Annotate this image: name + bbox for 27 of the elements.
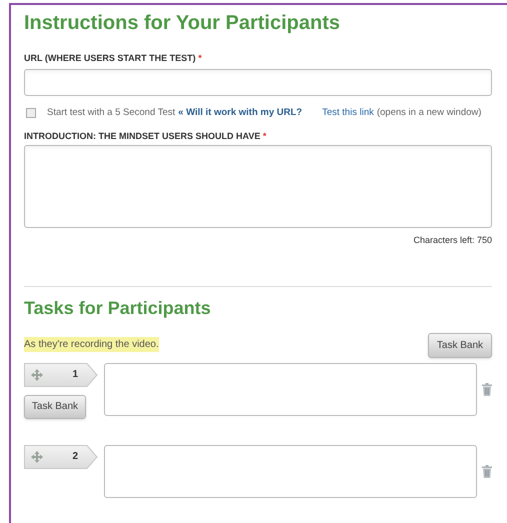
checkbox-label: Start test with a 5 Second Test: [47, 106, 176, 120]
task-field[interactable]: [104, 444, 477, 498]
test-link[interactable]: Test this link: [322, 106, 374, 120]
character-counter: Characters left: 750: [413, 234, 492, 248]
task-number: 1: [72, 368, 78, 382]
introduction-field[interactable]: [24, 145, 492, 228]
section-heading: Instructions for Your Participants: [24, 11, 341, 35]
help-link[interactable]: « Will it work with my URL?: [178, 106, 302, 120]
task-number-tag[interactable]: 1: [24, 362, 98, 387]
task-field[interactable]: [104, 362, 477, 416]
required-mark: *: [198, 53, 202, 63]
trash-icon[interactable]: [482, 382, 492, 396]
field-label: URL (WHERE USERS START THE TEST): [24, 53, 196, 63]
field-label: INTRODUCTION: THE MINDSET USERS SHOULD HAVE: [24, 130, 260, 141]
trash-icon[interactable]: [482, 464, 492, 478]
required-mark: *: [262, 130, 266, 141]
section-heading: Tasks for Participants: [24, 296, 212, 320]
move-icon: [31, 368, 43, 381]
task-number: 2: [72, 450, 78, 464]
task-bank-button[interactable]: Task Bank: [428, 332, 492, 358]
url-field[interactable]: [24, 68, 492, 96]
move-icon: [31, 450, 43, 463]
link-note: (opens in a new window): [376, 106, 482, 120]
hint-text: As they're recording the video.: [24, 336, 159, 352]
task-bank-button[interactable]: Task Bank: [24, 394, 86, 419]
task-number-tag[interactable]: 2: [24, 444, 98, 469]
checkbox[interactable]: [26, 108, 36, 118]
